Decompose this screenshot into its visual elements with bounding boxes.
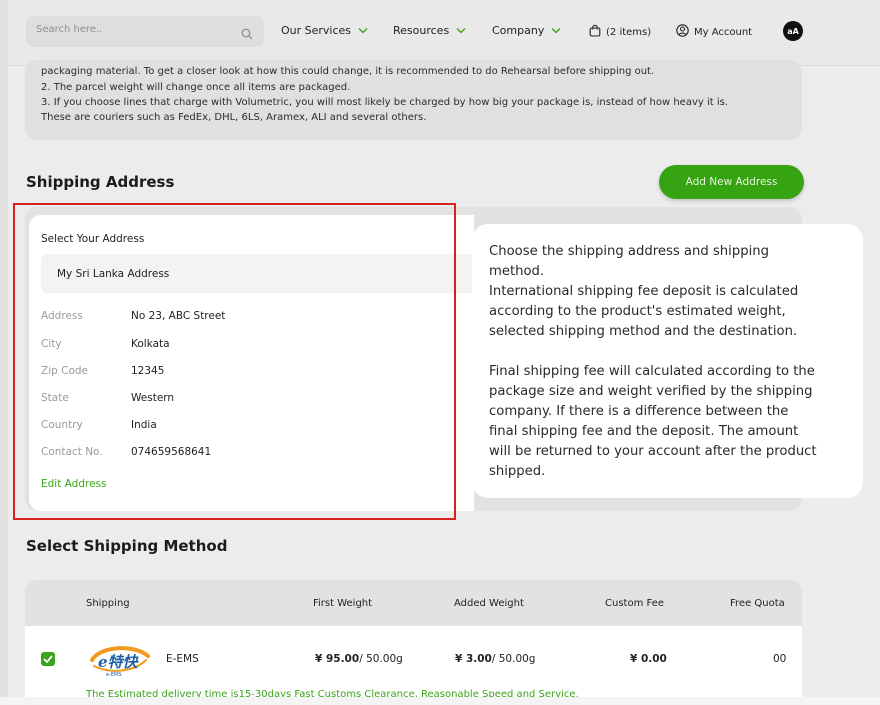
column-header-shipping: Shipping [86,598,130,609]
nav-resources[interactable]: Resources [393,24,466,37]
added-weight-price: ¥ 3.00 [455,653,492,665]
top-navigation-bar: Our Services Resources Company (2 items) [8,0,880,66]
nav-resources-label: Resources [393,24,450,37]
user-icon [676,24,689,40]
add-new-address-button[interactable]: Add New Address [659,165,804,199]
added-weight-unit: / 50.00g [491,653,536,665]
search-box[interactable] [26,16,264,47]
ems-logo-text: e特快 [98,653,140,671]
nav-company-label: Company [492,24,545,37]
shipping-method-checkbox[interactable] [41,652,55,666]
tooltip-line: Final shipping fee will calculated accor… [489,364,815,379]
custom-fee-cell: ¥ 0.00 [630,653,667,665]
tooltip-line: package size and weight verified by the … [489,384,813,399]
added-weight-cell: ¥ 3.00/ 50.00g [455,653,535,665]
tooltip-line: will be returned to your account after t… [489,444,817,459]
checkout-page: Our Services Resources Company (2 items) [8,0,880,697]
tooltip-line: International shipping fee deposit is ca… [489,284,799,299]
tooltip-line: selected shipping method and the destina… [489,324,798,339]
shipping-method-title: Select Shipping Method [26,537,228,555]
first-weight-unit: / 50.00g [359,653,403,665]
note-line: 3. If you choose lines that charge with … [41,97,729,108]
my-account-label: My Account [694,26,753,38]
avatar[interactable]: aA [783,21,803,41]
search-icon[interactable] [241,25,253,44]
ems-logo-subtext: e-EMS [106,672,122,678]
chevron-down-icon [456,24,466,37]
note-line: These are couriers such as FedEx, DHL, 6… [41,112,427,123]
tooltip-line: final shipping fee and the deposit. The … [489,424,799,439]
column-header-custom-fee: Custom Fee [605,598,664,609]
shipping-name: E-EMS [166,653,199,665]
nav-our-services[interactable]: Our Services [281,24,368,37]
chevron-down-icon [551,24,561,37]
chevron-down-icon [358,24,368,37]
cart-count-label: (2 items) [606,26,652,38]
shopping-bag-icon [589,24,601,40]
first-weight-cell: ¥ 95.00/ 50.00g [315,653,403,665]
note-line: 2. The parcel weight will change once al… [41,82,351,93]
bottom-strip [0,697,880,705]
custom-fee-value: ¥ 0.00 [630,653,667,665]
cart-button[interactable]: (2 items) [589,24,651,40]
tooltip-line: shipped. [489,464,546,479]
my-account-button[interactable]: My Account [676,24,752,40]
tooltip-line: according to the product's estimated wei… [489,304,786,319]
column-header-added-weight: Added Weight [454,598,524,609]
shipping-info-tooltip: Choose the shipping address and shipping… [472,224,863,498]
tooltip-line: Choose the shipping address and shipping [489,244,769,259]
nav-our-services-label: Our Services [281,24,352,37]
tooltip-line: method. [489,264,545,279]
checkmark-icon [43,655,53,663]
delivery-note: The Estimated delivery time is15-30days … [86,689,579,697]
ems-logo: e特快 e-EMS [86,642,152,678]
first-weight-price: ¥ 95.00 [315,653,360,665]
nav-company[interactable]: Company [492,24,561,37]
column-header-first-weight: First Weight [313,598,373,609]
column-header-free-quota: Free Quota [730,598,785,609]
shipping-address-title: Shipping Address [26,173,175,191]
tooltip-line: company. If there is a difference betwee… [489,404,789,419]
free-quota-value: 00 [773,653,787,665]
highlight-box [13,203,456,520]
note-line: packaging material. To get a closer look… [41,66,655,77]
search-input[interactable] [36,24,226,35]
shipping-notes-card: packaging material. To get a closer look… [25,60,802,140]
